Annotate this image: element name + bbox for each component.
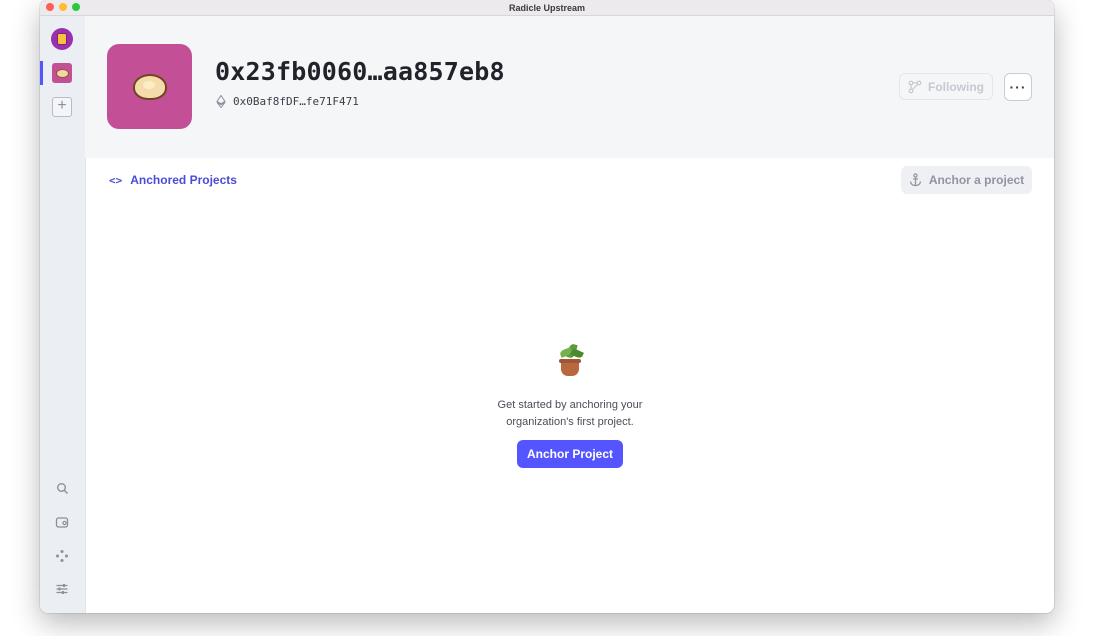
identity-glyph-icon [57,33,67,45]
anchor-a-project-label: Anchor a project [928,173,1025,187]
ellipsis-icon: ··· [1009,79,1027,95]
org-header: 0x23fb0060…aa857eb8 0x0Baf8fDF…fe71F471 … [85,16,1054,158]
title-bar: Radicle Upstream [40,0,1054,16]
plus-icon: + [57,97,67,114]
empty-state: Get started by anchoring your organizati… [440,340,700,468]
active-indicator [40,61,43,85]
minimize-window-button[interactable] [59,3,67,11]
org-avatar-small[interactable] [52,63,72,83]
network-icon [56,550,68,562]
sidebar: + [40,16,86,613]
window-controls [46,3,80,11]
following-label: Following [928,79,984,94]
empty-state-message: Get started by anchoring your organizati… [440,397,700,431]
wallet-button[interactable] [54,515,70,531]
settings-icon [56,584,68,594]
following-icon [908,80,922,93]
following-button[interactable]: Following [899,73,993,100]
org-name: 0x23fb0060…aa857eb8 [215,57,505,86]
window-title: Radicle Upstream [508,2,586,13]
anchor-icon [909,173,921,187]
anchor-a-project-button[interactable]: Anchor a project [901,166,1032,194]
search-icon [56,483,68,494]
zoom-window-button[interactable] [72,3,80,11]
anchor-project-button[interactable]: Anchor Project [516,440,623,468]
settings-button[interactable] [54,582,70,598]
org-avatar [107,44,192,129]
plant-icon [555,340,585,380]
empty-state-line-2: organization's first project. [506,416,634,428]
eth-address[interactable]: 0x0Baf8fDF…fe71F471 [233,95,359,108]
search-button[interactable] [54,482,70,498]
code-icon: <> [109,173,123,187]
more-options-button[interactable]: ··· [1004,73,1032,101]
oyster-icon [55,68,69,78]
empty-state-line-1: Get started by anchoring your [497,399,643,411]
wallet-icon [55,517,69,528]
network-button[interactable] [54,549,70,565]
close-window-button[interactable] [46,3,54,11]
identity-avatar[interactable] [51,28,73,50]
tab-label: Anchored Projects [130,173,237,187]
ethereum-icon [216,95,226,108]
eth-address-row: 0x0Baf8fDF…fe71F471 [216,95,359,108]
app-window: Radicle Upstream + 0x23fb0060…aa857eb8 0… [40,0,1054,613]
tab-anchored-projects[interactable]: <> Anchored Projects [109,173,237,187]
add-org-button[interactable]: + [52,97,72,117]
oyster-icon [132,73,167,100]
